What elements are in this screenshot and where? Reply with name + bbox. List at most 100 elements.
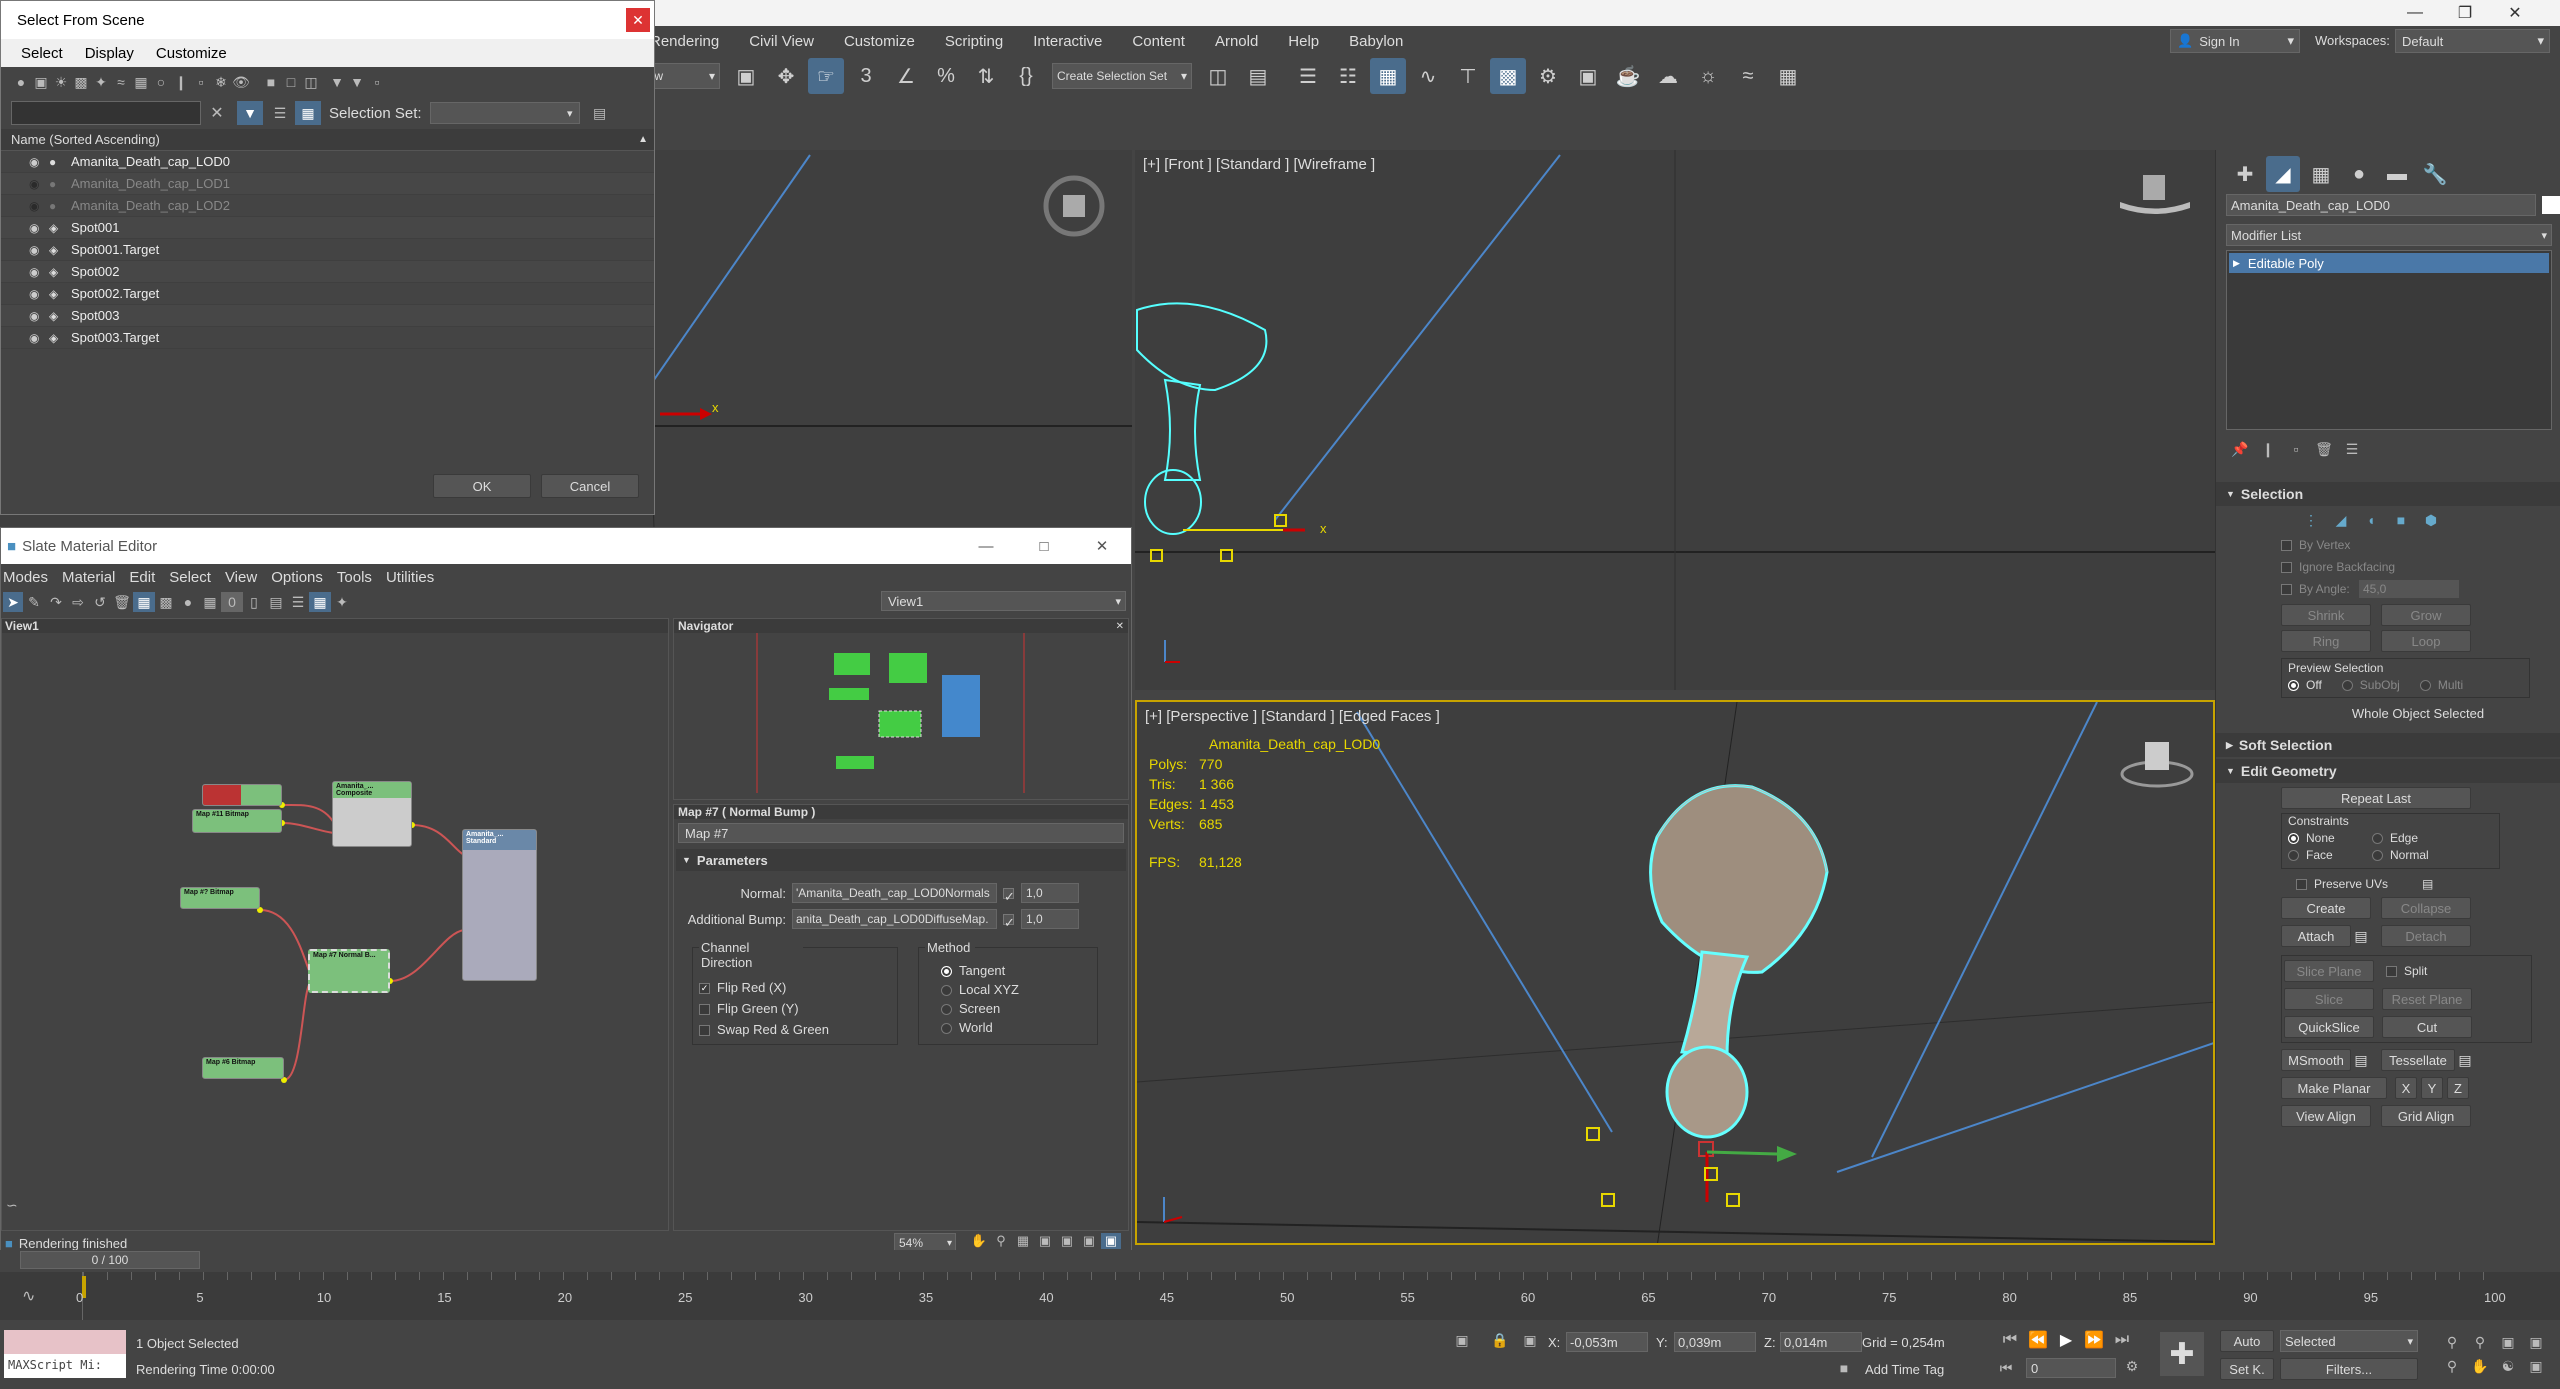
menu-content[interactable]: Content bbox=[1132, 33, 1185, 50]
display-helpers-icon[interactable]: ✦ bbox=[91, 74, 111, 91]
minimize-icon[interactable]: — bbox=[957, 538, 1015, 555]
layout-children-icon[interactable]: ▦ bbox=[309, 592, 331, 612]
angle-spinner[interactable]: 45,0 bbox=[2359, 580, 2459, 598]
scene-list-item[interactable]: ◉ ◈ Spot002 bbox=[1, 261, 654, 283]
stack-item-editable-poly[interactable]: ▶ Editable Poly bbox=[2229, 253, 2549, 273]
menu-interactive[interactable]: Interactive bbox=[1033, 33, 1102, 50]
scene-list-item[interactable]: ◉ ◈ Spot001.Target bbox=[1, 239, 654, 261]
time-slider[interactable]: 0 / 100 bbox=[0, 1250, 2560, 1272]
detach-button[interactable]: Detach bbox=[2381, 925, 2471, 947]
element-mode-icon[interactable]: ⬢ bbox=[2416, 512, 2446, 529]
normal-enable-checkbox[interactable]: ✓ bbox=[1003, 887, 1015, 904]
parameters-rollout[interactable]: ▼ Parameters bbox=[676, 849, 1126, 871]
display-geometry-icon[interactable]: ● bbox=[11, 74, 31, 90]
select-invert-icon[interactable]: ◫ bbox=[301, 74, 321, 91]
soft-selection-rollout[interactable]: ▶ Soft Selection bbox=[2216, 733, 2560, 757]
menu-babylon[interactable]: Babylon bbox=[1349, 33, 1403, 50]
wave-icon[interactable]: ≈ bbox=[1730, 58, 1766, 94]
workspaces-dropdown[interactable]: Default ▾ bbox=[2395, 29, 2550, 53]
method-screen-radio[interactable] bbox=[941, 1004, 952, 1016]
border-mode-icon[interactable]: ◖ bbox=[2356, 512, 2386, 528]
layout-horizontal-icon[interactable]: ▤ bbox=[265, 594, 287, 611]
swap-red-green-checkbox[interactable] bbox=[699, 1025, 710, 1037]
select-tool-icon[interactable]: ➤ bbox=[3, 592, 23, 612]
scene-list-item[interactable]: ◉ ◈ Spot003.Target bbox=[1, 327, 654, 349]
node-bitmap-top[interactable] bbox=[202, 784, 282, 806]
grid-align-button[interactable]: Grid Align bbox=[2381, 1105, 2471, 1127]
create-tab-icon[interactable]: ✚ bbox=[2228, 156, 2262, 192]
folder-icon[interactable]: ▫ bbox=[367, 74, 387, 90]
view-tab[interactable]: View1 bbox=[5, 619, 39, 633]
zoom-selected-icon[interactable]: ▣ bbox=[1057, 1233, 1077, 1249]
zoom-extents-nav-icon[interactable]: ▣ bbox=[2494, 1330, 2522, 1354]
reset-plane-button[interactable]: Reset Plane bbox=[2382, 988, 2472, 1010]
visibility-eye-icon[interactable]: ◉ bbox=[29, 265, 49, 279]
scene-list-item[interactable]: ◉ ● Amanita_Death_cap_LOD2 bbox=[1, 195, 654, 217]
display-bones-icon[interactable]: ❙ bbox=[171, 74, 191, 91]
curve-editor-mini-icon[interactable]: ∿ bbox=[22, 1286, 35, 1306]
set-key-button[interactable]: Set K. bbox=[2220, 1358, 2274, 1380]
polygon-mode-icon[interactable]: ■ bbox=[2386, 512, 2416, 528]
filter-options-icon[interactable]: ▼ bbox=[347, 74, 367, 90]
z-coordinate-field[interactable]: 0,014m bbox=[1780, 1332, 1862, 1352]
signin-dropdown[interactable]: 👤 Sign In ▾ bbox=[2170, 29, 2300, 53]
display-spacewarps-icon[interactable]: ≈ bbox=[111, 74, 131, 90]
viewport-perspective[interactable]: [+] [Perspective ] [Standard ] [Edged Fa… bbox=[1135, 700, 2215, 1245]
zoom-all-icon[interactable]: ⚲ bbox=[2466, 1330, 2494, 1354]
display-containers-icon[interactable]: ▫ bbox=[191, 74, 211, 90]
ribbon-icon[interactable]: ▦ bbox=[1370, 58, 1406, 94]
minimize-icon[interactable]: — bbox=[2390, 4, 2440, 22]
display-lights-icon[interactable]: ☀ bbox=[51, 74, 71, 91]
pick-material-icon[interactable]: ✎ bbox=[23, 594, 45, 611]
delete-icon[interactable]: 🗑 bbox=[111, 594, 133, 611]
menu-rendering[interactable]: Rendering bbox=[650, 33, 719, 50]
menu-civil-view[interactable]: Civil View bbox=[749, 33, 814, 50]
move-children-icon[interactable]: ▦ bbox=[133, 592, 155, 612]
select-none-icon[interactable]: □ bbox=[281, 74, 301, 90]
isolate-icon[interactable]: ▣ bbox=[1452, 1332, 1472, 1349]
show-end-result-icon[interactable]: 0 bbox=[221, 592, 243, 612]
node-normal-bump[interactable]: Map #7 Normal B... bbox=[308, 949, 390, 993]
time-config-icon[interactable]: ⚙ bbox=[2122, 1358, 2142, 1375]
reset-map-icon[interactable]: ↺ bbox=[89, 594, 111, 611]
flip-red-checkbox[interactable]: ✓ bbox=[699, 983, 710, 995]
bump-enable-checkbox[interactable]: ✓ bbox=[1003, 913, 1015, 930]
node-bitmap-6[interactable]: Map #6 Bitmap bbox=[202, 1057, 284, 1079]
selection-set-edit-icon[interactable]: ▤ bbox=[590, 105, 610, 122]
pivot-icon[interactable]: ▣ bbox=[728, 58, 764, 94]
slice-button[interactable]: Slice bbox=[2284, 988, 2374, 1010]
create-button[interactable]: Create bbox=[2281, 897, 2371, 919]
pan-icon[interactable]: ✋ bbox=[969, 1233, 989, 1249]
maximize-icon[interactable]: □ bbox=[1015, 538, 1073, 555]
key-mode-icon[interactable]: ⏮ bbox=[1996, 1360, 2016, 1377]
absolute-mode-icon[interactable]: ▣ bbox=[1520, 1332, 1540, 1349]
zoom-extents-icon[interactable]: ▣ bbox=[1035, 1233, 1055, 1249]
slate-menu-select[interactable]: Select bbox=[169, 569, 211, 586]
object-color-swatch[interactable] bbox=[2542, 196, 2560, 214]
play-icon[interactable]: ▶ bbox=[2052, 1330, 2080, 1350]
vertex-mode-icon[interactable]: ⋮ bbox=[2296, 512, 2326, 529]
cancel-button[interactable]: Cancel bbox=[541, 474, 639, 498]
close-icon[interactable]: ✕ bbox=[1116, 621, 1124, 632]
slate-menu-material[interactable]: Material bbox=[62, 569, 115, 586]
pan-to-selected-icon[interactable]: ▣ bbox=[1079, 1233, 1099, 1249]
preserve-uvs-checkbox[interactable] bbox=[2296, 878, 2307, 890]
select-search-input[interactable] bbox=[11, 101, 201, 125]
percent-snap-icon[interactable]: % bbox=[928, 58, 964, 94]
lock-icon[interactable]: 🔒 bbox=[1490, 1332, 1510, 1349]
schematic-icon[interactable]: ⊤ bbox=[1450, 58, 1486, 94]
menu-arnold[interactable]: Arnold bbox=[1215, 33, 1258, 50]
material-editor-icon[interactable]: ▩ bbox=[1490, 58, 1526, 94]
mirror-icon[interactable]: ◫ bbox=[1200, 58, 1236, 94]
visibility-eye-icon[interactable]: ◉ bbox=[29, 221, 49, 235]
display-groups-icon[interactable]: ▦ bbox=[131, 74, 151, 91]
visibility-eye-icon[interactable]: ◉ bbox=[29, 199, 49, 213]
node-bitmap-2[interactable]: Map #? Bitmap bbox=[180, 887, 260, 909]
select-menu-display[interactable]: Display bbox=[85, 45, 134, 62]
add-time-tag[interactable]: Add Time Tag bbox=[1865, 1362, 1944, 1377]
show-background-icon[interactable]: ▩ bbox=[155, 594, 177, 611]
filters-button[interactable]: Filters... bbox=[2280, 1358, 2418, 1380]
normal-map-button[interactable]: 'Amanita_Death_cap_LOD0Normals bbox=[792, 883, 997, 903]
hierarchy-tab-icon[interactable]: ▦ bbox=[2304, 156, 2338, 192]
preview-subobj-radio[interactable] bbox=[2341, 679, 2353, 691]
